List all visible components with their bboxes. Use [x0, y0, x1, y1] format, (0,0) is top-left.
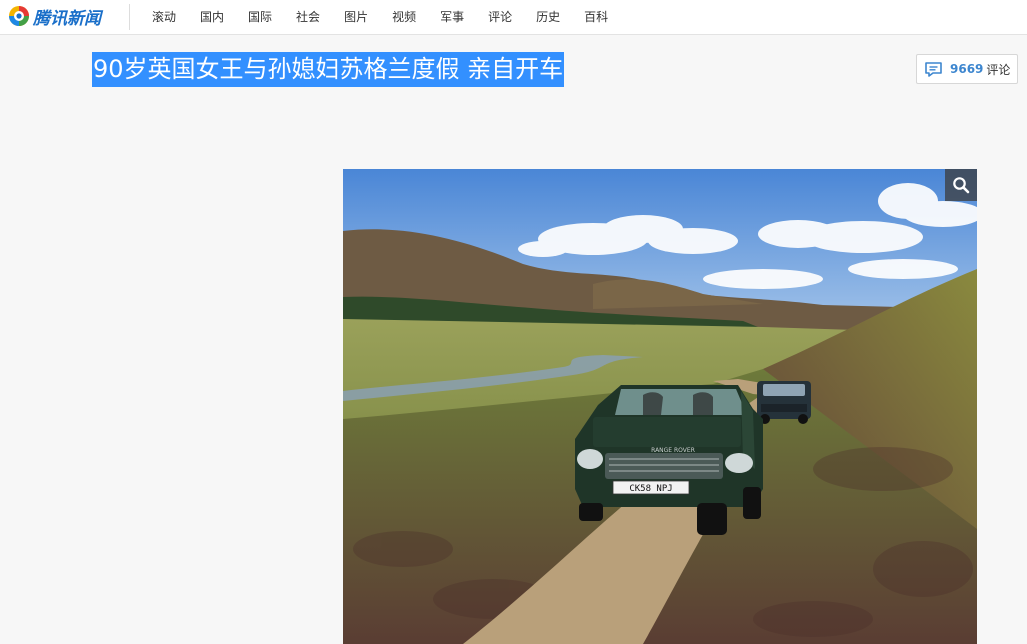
- nav-item-history[interactable]: 历史: [524, 0, 572, 34]
- logo-text: 腾讯新闻: [33, 8, 101, 29]
- tencent-news-logo-icon: [9, 6, 29, 26]
- nav-item-video[interactable]: 视频: [380, 0, 428, 34]
- search-icon: [953, 177, 970, 194]
- nav-item-military[interactable]: 军事: [428, 0, 476, 34]
- nav-item-domestic[interactable]: 国内: [188, 0, 236, 34]
- nav-divider: [129, 4, 130, 30]
- license-plate-text: CK58 NPJ: [629, 484, 672, 494]
- nav-item-scroll[interactable]: 滚动: [140, 0, 188, 34]
- comment-icon: [925, 61, 942, 77]
- nav-item-society[interactable]: 社会: [284, 0, 332, 34]
- comment-count: 9669: [950, 62, 984, 76]
- comment-label: 评论: [986, 62, 1011, 77]
- nav-item-commentary[interactable]: 评论: [476, 0, 524, 34]
- main-nav: 滚动 国内 国际 社会 图片 视频 军事 评论 历史 百科: [140, 0, 620, 34]
- top-navigation-bar: 腾讯新闻 滚动 国内 国际 社会 图片 视频 军事 评论 历史 百科: [0, 0, 1027, 35]
- comment-count-button[interactable]: 9669 评论: [916, 54, 1018, 84]
- article-photo[interactable]: CK58 NPJ RANGE ROVER: [343, 169, 977, 644]
- article-title: 90岁英国女王与孙媳妇苏格兰度假 亲自开车: [92, 52, 565, 87]
- rear-car-shape: [757, 381, 811, 424]
- zoom-button[interactable]: [945, 169, 977, 201]
- nav-item-encyclopedia[interactable]: 百科: [572, 0, 620, 34]
- nav-item-pictures[interactable]: 图片: [332, 0, 380, 34]
- nav-item-international[interactable]: 国际: [236, 0, 284, 34]
- site-logo[interactable]: 腾讯新闻: [8, 3, 101, 29]
- car-brand-text: RANGE ROVER: [651, 447, 695, 454]
- article-photo-image: CK58 NPJ RANGE ROVER: [343, 169, 977, 644]
